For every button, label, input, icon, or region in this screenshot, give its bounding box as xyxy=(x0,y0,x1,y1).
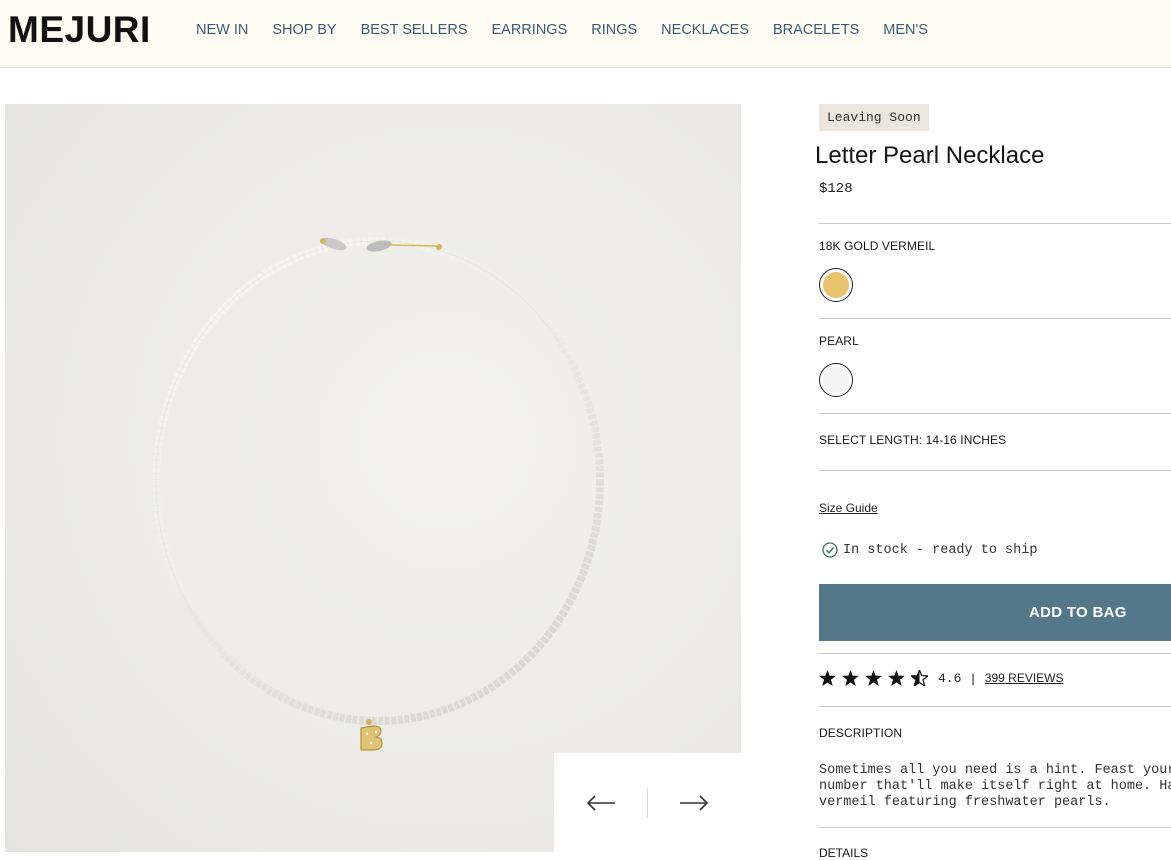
next-image-button[interactable] xyxy=(674,783,714,823)
gallery-arrow-controls xyxy=(554,753,741,852)
divider xyxy=(819,653,1171,654)
product-details-panel: Leaving Soon Letter Pearl Necklace $128 … xyxy=(815,104,1171,860)
divider xyxy=(819,318,1171,319)
rating-value: 4.6 xyxy=(938,670,962,686)
divider xyxy=(819,223,1171,224)
nav-item-rings[interactable]: RINGS xyxy=(591,21,637,39)
pearl-strand xyxy=(152,237,604,725)
nav-item-mens[interactable]: MEN'S xyxy=(883,21,928,39)
metal-label: 18K GOLD VERMEIL xyxy=(819,239,936,253)
star-icon xyxy=(865,670,882,686)
nav-item-best-sellers[interactable]: BEST SELLERS xyxy=(361,21,468,39)
divider xyxy=(819,706,1171,707)
leaving-soon-badge: Leaving Soon xyxy=(819,104,929,131)
divider xyxy=(819,827,1171,828)
half-star-icon xyxy=(911,670,928,686)
product-title: Letter Pearl Necklace xyxy=(815,142,1045,169)
product-image-gallery[interactable] xyxy=(5,104,741,852)
nav-item-new-in[interactable]: NEW IN xyxy=(196,21,248,39)
main-nav: NEW IN SHOP BY BEST SELLERS EARRINGS RIN… xyxy=(196,21,952,39)
arrow-right-icon xyxy=(680,794,709,811)
rating-stars xyxy=(819,670,934,686)
divider xyxy=(819,413,1171,414)
description-text: Sometimes all you need is a hint. Feast … xyxy=(819,763,1171,810)
rating-separator: | xyxy=(971,670,975,686)
nav-item-shop-by[interactable]: SHOP BY xyxy=(272,21,336,39)
previous-image-button[interactable] xyxy=(581,783,621,823)
metal-swatch-gold[interactable] xyxy=(819,268,853,302)
stock-text: In stock - ready to ship xyxy=(843,542,1038,558)
product-price: $128 xyxy=(819,181,853,197)
add-to-bag-button[interactable]: ADD TO BAG xyxy=(819,584,1171,641)
brand-logo[interactable]: MEJURI xyxy=(8,10,151,50)
product-rating: 4.6 | 399 REVIEWS xyxy=(819,670,1064,686)
stone-swatch-pearl[interactable] xyxy=(819,363,853,397)
site-header: MEJURI NEW IN SHOP BY BEST SELLERS EARRI… xyxy=(0,0,1171,68)
star-icon xyxy=(842,670,859,686)
check-circle-icon xyxy=(822,542,838,558)
details-heading[interactable]: DETAILS xyxy=(819,846,868,860)
nav-item-earrings[interactable]: EARRINGS xyxy=(492,21,568,39)
nav-item-necklaces[interactable]: NECKLACES xyxy=(661,21,749,39)
description-heading[interactable]: DESCRIPTION xyxy=(819,726,902,740)
pearl-swatch-color xyxy=(823,367,849,393)
arrow-left-icon xyxy=(586,794,615,811)
gold-swatch-color xyxy=(823,272,849,298)
arrow-divider xyxy=(647,787,648,818)
reviews-link[interactable]: 399 REVIEWS xyxy=(985,671,1064,685)
select-length-selector[interactable]: SELECT LENGTH: 14-16 INCHES xyxy=(819,433,1006,447)
stock-status: In stock - ready to ship xyxy=(822,542,1037,558)
nav-item-bracelets[interactable]: BRACELETS xyxy=(773,21,859,39)
star-icon xyxy=(888,670,905,686)
size-guide-link[interactable]: Size Guide xyxy=(819,501,878,515)
necklace-image xyxy=(152,237,604,751)
divider xyxy=(819,470,1171,471)
stone-label: PEARL xyxy=(819,334,859,348)
star-icon xyxy=(819,670,836,686)
